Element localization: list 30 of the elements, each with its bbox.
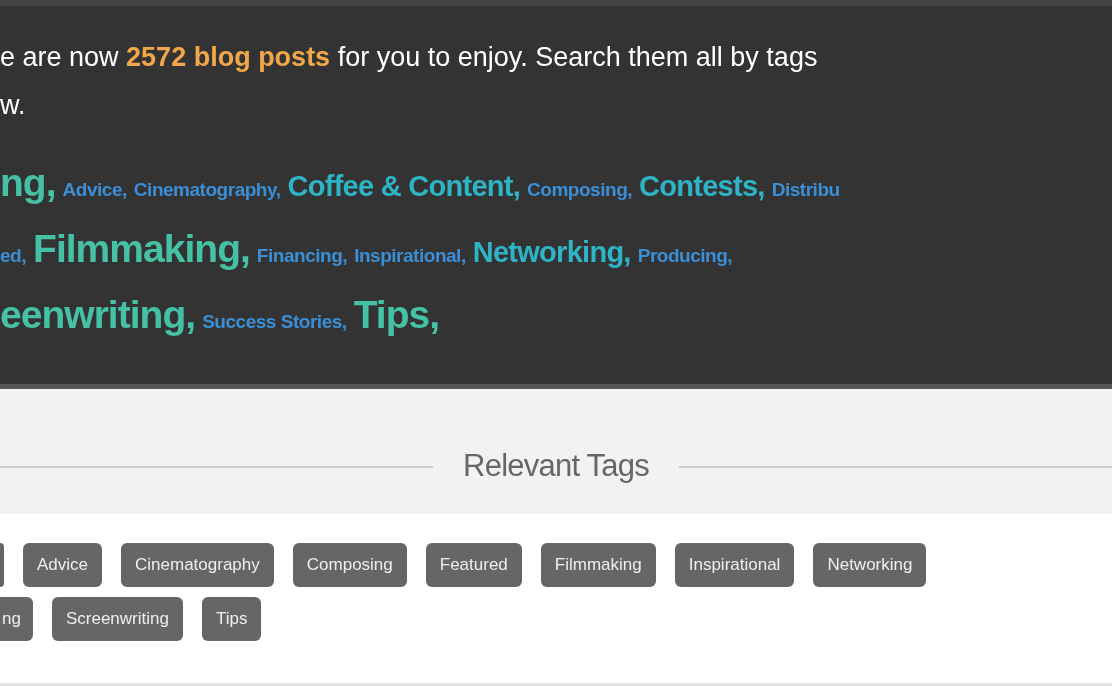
tag-link[interactable]: Composing,	[527, 176, 633, 205]
tag-link[interactable]: Distribu	[771, 176, 840, 205]
tag-chip[interactable]: Cinematography	[121, 543, 274, 587]
tag-chip[interactable]: ng	[0, 597, 33, 641]
tag-chip[interactable]: Advice	[23, 543, 103, 587]
tag-link[interactable]: Tips,	[353, 286, 440, 345]
section-title: Relevant Tags	[462, 447, 650, 486]
tag-chip[interactable]: Tips	[201, 597, 262, 641]
tag-chip[interactable]: Networking	[813, 543, 927, 587]
tag-link[interactable]: Inspirational,	[354, 242, 466, 271]
tag-chip[interactable]: Screenwriting	[51, 597, 183, 641]
tag-link[interactable]: ng,	[0, 154, 56, 213]
tag-link[interactable]: Producing,	[637, 242, 733, 271]
tag-link[interactable]: Filmmaking,	[33, 220, 250, 279]
tag-chip[interactable]	[0, 543, 4, 587]
tag-link[interactable]: Cinematography,	[133, 176, 281, 205]
intro-text: w.	[0, 90, 26, 120]
tag-chip[interactable]: Composing	[292, 543, 407, 587]
intro-text: e are now 2572 blog posts for you to enjoy. Search them all by tags	[0, 42, 818, 72]
tag-link[interactable]: eenwriting,	[0, 286, 196, 345]
tag-chip[interactable]: Filmmaking	[540, 543, 656, 587]
tag-link[interactable]: Networking,	[472, 231, 631, 275]
tag-chip[interactable]: Featured	[425, 543, 522, 587]
tag-link[interactable]: Success Stories,	[202, 308, 347, 337]
tag-link[interactable]: Advice,	[62, 176, 127, 205]
tag-link[interactable]: Coffee & Content,	[287, 165, 521, 209]
tag-link[interactable]: Financing,	[256, 242, 348, 271]
tag-link[interactable]: ed,	[0, 242, 27, 271]
tag-chip[interactable]: Inspirational	[674, 543, 795, 587]
tag-link[interactable]: Contests,	[639, 165, 765, 209]
